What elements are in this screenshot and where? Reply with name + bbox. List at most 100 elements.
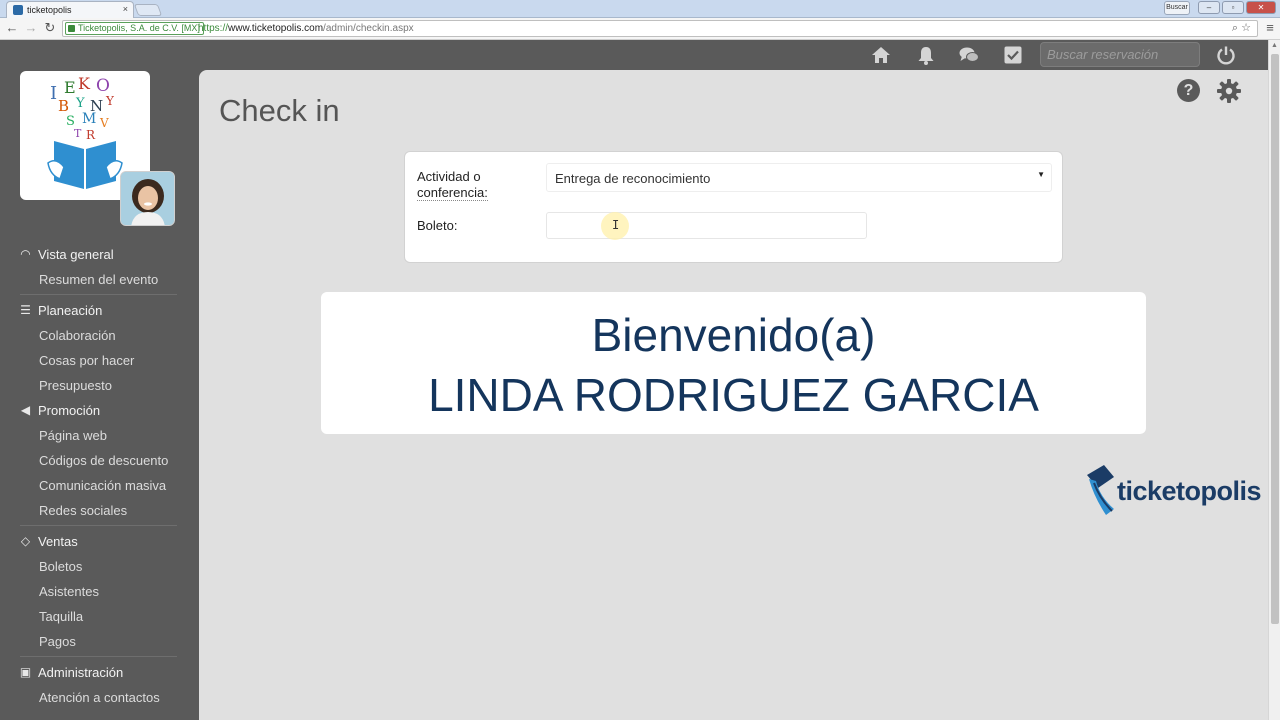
activity-select[interactable]: Entrega de reconocimiento ▼	[546, 163, 1052, 192]
browser-menu-icon[interactable]: ≡	[1262, 20, 1278, 36]
tag-icon: ◇	[20, 534, 31, 548]
sidebar-item-taquilla[interactable]: Taquilla	[0, 604, 199, 629]
power-logout-icon[interactable]	[1215, 44, 1237, 66]
ticketopolis-favicon-icon	[13, 5, 23, 15]
sidebar-section-label: Promoción	[38, 403, 101, 418]
scroll-up-icon[interactable]: ▲	[1271, 42, 1278, 49]
url-text: https://www.ticketopolis.com/admin/check…	[198, 21, 414, 36]
url-actions: ⌕ ☆	[1232, 21, 1251, 36]
svg-text:T: T	[74, 127, 82, 140]
svg-text:K: K	[78, 74, 91, 93]
lock-icon	[68, 25, 75, 32]
security-badge[interactable]: Ticketopolis, S.A. de C.V. [MX]	[65, 22, 204, 35]
minimize-icon[interactable]: –	[1198, 1, 1220, 14]
sidebar-section-ventas[interactable]: ◇ Ventas	[0, 529, 199, 554]
window-controls: – ▫ ✕	[1198, 1, 1276, 14]
gear-icon[interactable]	[1216, 78, 1242, 104]
browser-tab-strip: ticketopolis × Buscar – ▫ ✕	[0, 0, 1280, 18]
browser-address-bar: ← → ↻ Ticketopolis, S.A. de C.V. [MX] ht…	[0, 18, 1280, 40]
checkin-form: Actividad o conferencia: Entrega de reco…	[404, 151, 1063, 263]
user-photo	[121, 172, 174, 225]
sidebar-item-resumen-del-evento[interactable]: Resumen del evento	[0, 267, 199, 292]
sidebar-item-cosas-por-hacer[interactable]: Cosas por hacer	[0, 348, 199, 373]
url-field[interactable]: Ticketopolis, S.A. de C.V. [MX] https://…	[62, 20, 1258, 37]
sidebar-divider	[20, 294, 177, 295]
window-close-icon[interactable]: ✕	[1246, 1, 1276, 14]
sidebar-divider	[20, 525, 177, 526]
activity-label: Actividad o conferencia:	[417, 169, 488, 201]
sidebar-section-label: Planeación	[38, 303, 103, 318]
dashboard-icon: ◠	[20, 247, 31, 261]
url-scheme: https://	[198, 23, 229, 34]
planning-icon: ☰	[20, 303, 31, 317]
sidebar-section-label: Vista general	[38, 247, 114, 262]
main-content: Check in ? Actividad o conferencia: Entr…	[199, 70, 1268, 720]
sidebar-section-label: Ventas	[38, 534, 78, 549]
sidebar-item-atencion-a-contactos[interactable]: Atención a contactos	[0, 685, 199, 710]
sidebar-item-codigos-de-descuento[interactable]: Códigos de descuento	[0, 448, 199, 473]
sidebar-section-administracion[interactable]: ▣ Administración	[0, 660, 199, 685]
svg-text:I: I	[50, 83, 57, 104]
megaphone-icon: ◀	[20, 403, 31, 417]
tab-close-icon[interactable]: ×	[123, 4, 128, 14]
bell-icon[interactable]	[915, 44, 937, 66]
activity-label-line2: conferencia:	[417, 185, 488, 201]
reservation-search-input[interactable]: Buscar reservación	[1040, 42, 1200, 67]
text-cursor-icon: I	[612, 218, 620, 232]
svg-text:E: E	[64, 78, 76, 97]
ticket-label: Boleto:	[417, 218, 458, 233]
sidebar-section-planeacion[interactable]: ☰ Planeación	[0, 298, 199, 323]
ticket-input[interactable]	[546, 212, 867, 239]
sidebar-menu: ◠ Vista general Resumen del evento ☰ Pla…	[0, 242, 199, 710]
sidebar-item-asistentes[interactable]: Asistentes	[0, 579, 199, 604]
sidebar-item-colaboracion[interactable]: Colaboración	[0, 323, 199, 348]
sidebar-item-pagos[interactable]: Pagos	[0, 629, 199, 654]
maximize-icon[interactable]: ▫	[1222, 1, 1244, 14]
brand-name: ticketopolis	[1117, 476, 1262, 506]
sidebar-divider	[20, 656, 177, 657]
zoom-icon[interactable]: ⌕	[1232, 22, 1238, 34]
svg-text:M: M	[82, 111, 96, 127]
checkbox-tasks-icon[interactable]	[1002, 44, 1024, 66]
sidebar-item-presupuesto[interactable]: Presupuesto	[0, 373, 199, 398]
sidebar-section-label: Administración	[38, 665, 124, 680]
app-top-bar: Buscar reservación	[0, 40, 1268, 70]
sidebar-item-pagina-web[interactable]: Página web	[0, 423, 199, 448]
sidebar-item-redes-sociales[interactable]: Redes sociales	[0, 498, 199, 523]
url-path: /admin/checkin.aspx	[323, 23, 414, 34]
attendee-name: LINDA RODRIGUEZ GARCIA	[428, 369, 1039, 421]
page-title: Check in	[219, 93, 340, 128]
home-icon[interactable]	[870, 44, 892, 66]
url-host: www.ticketopolis.com	[228, 23, 324, 34]
new-tab-button[interactable]	[133, 4, 163, 16]
scroll-thumb[interactable]	[1271, 54, 1279, 624]
back-arrow-icon[interactable]: ←	[4, 20, 20, 36]
ticketopolis-logo: ticketopolis	[1084, 463, 1262, 523]
sidebar-item-boletos[interactable]: Boletos	[0, 554, 199, 579]
bookmark-star-icon[interactable]: ☆	[1241, 22, 1251, 34]
svg-text:B: B	[58, 97, 69, 115]
dropdown-caret-icon: ▼	[1037, 170, 1045, 179]
welcome-card: Bienvenido(a) LINDA RODRIGUEZ GARCIA	[321, 292, 1146, 434]
forward-arrow-icon[interactable]: →	[23, 20, 39, 36]
activity-selected-value: Entrega de reconocimiento	[555, 171, 711, 186]
sidebar: I E K O B Y N Y S M V T R ◠ Vista genera…	[0, 70, 199, 720]
sidebar-section-promocion[interactable]: ◀ Promoción	[0, 398, 199, 423]
activity-label-line1: Actividad o	[417, 169, 481, 184]
browser-search-button[interactable]: Buscar	[1164, 1, 1190, 15]
page-scrollbar[interactable]: ▲	[1268, 40, 1280, 720]
welcome-greeting: Bienvenido(a)	[591, 309, 876, 361]
reload-icon[interactable]: ↻	[42, 20, 58, 36]
security-label: Ticketopolis, S.A. de C.V. [MX]	[78, 23, 200, 33]
chat-icon[interactable]	[958, 44, 980, 66]
avatar[interactable]	[120, 171, 175, 226]
svg-text:R: R	[86, 128, 96, 142]
sidebar-section-vista-general[interactable]: ◠ Vista general	[0, 242, 199, 267]
help-icon[interactable]: ?	[1177, 79, 1200, 102]
tab-title: ticketopolis	[27, 5, 72, 15]
svg-text:O: O	[96, 76, 110, 96]
svg-text:Y: Y	[75, 96, 85, 111]
contacts-icon: ▣	[19, 665, 32, 679]
browser-tab[interactable]: ticketopolis ×	[6, 1, 134, 18]
sidebar-item-comunicacion-masiva[interactable]: Comunicación masiva	[0, 473, 199, 498]
